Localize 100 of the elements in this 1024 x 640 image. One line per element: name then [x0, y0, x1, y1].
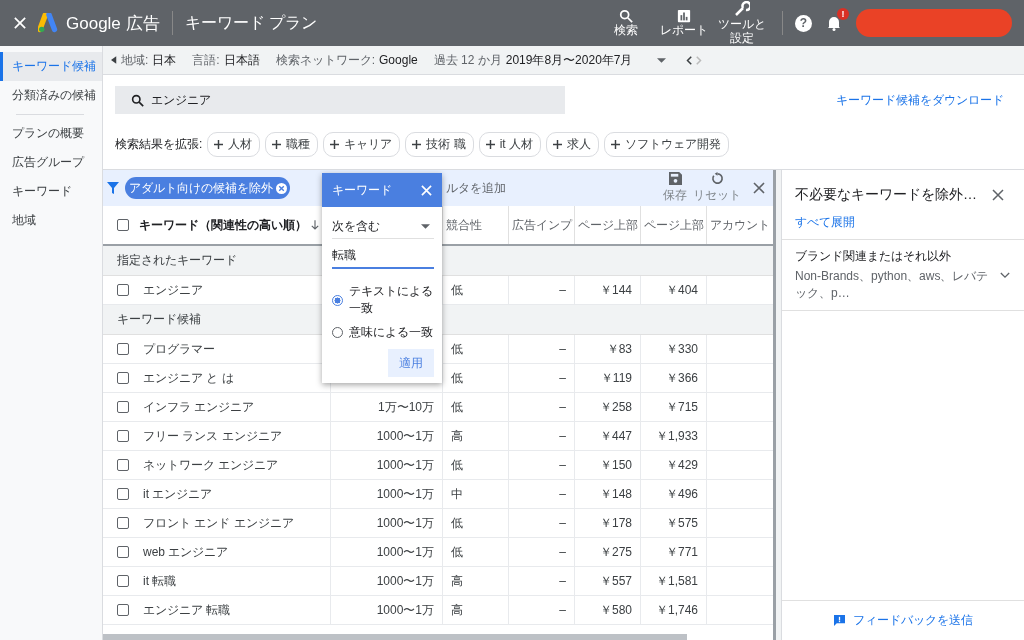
operator-dropdown[interactable]: 次を含む	[332, 215, 434, 239]
keyword-input-field[interactable]: 転職	[332, 243, 434, 269]
keyword-cell: it 転職	[143, 572, 177, 590]
period-label: 過去 12 か月	[433, 51, 502, 69]
collapse-icon[interactable]	[111, 56, 117, 64]
sidebar-item[interactable]: プランの概要	[0, 119, 102, 148]
sidebar-item[interactable]: 分類済みの候補	[0, 81, 102, 110]
suggestion-chip[interactable]: it 人材	[478, 131, 542, 157]
volume-cell: 1000〜1万	[376, 572, 434, 590]
expand-all-link[interactable]: すべて展開	[782, 204, 1024, 239]
suggestion-chip[interactable]: キャリア	[323, 131, 401, 157]
add-filter-text[interactable]: ルタを追加	[446, 179, 506, 197]
search-field[interactable]: エンジニア	[115, 86, 565, 114]
panel-title: 不必要なキーワードを除外…	[795, 186, 977, 204]
high-bid-cell: ￥715	[665, 398, 698, 416]
column-header[interactable]: キーワード（関連性の高い順）	[139, 216, 307, 234]
bell-icon[interactable]	[826, 15, 842, 31]
filter-icon[interactable]	[107, 182, 119, 194]
toolbar-button[interactable]: 検索	[598, 8, 654, 38]
row-checkbox[interactable]	[117, 401, 129, 413]
impression-cell: –	[559, 574, 566, 588]
download-link[interactable]: キーワード候補をダウンロード	[836, 91, 1004, 109]
search-icon	[131, 94, 144, 107]
suggestion-chip[interactable]: 技術 職	[405, 131, 474, 157]
popup-title: キーワード	[332, 181, 392, 199]
suggestion-chip[interactable]: 求人	[546, 131, 600, 157]
impression-cell: –	[559, 400, 566, 414]
high-bid-cell: ￥366	[665, 369, 698, 387]
filter-chip[interactable]: アダルト向けの候補を除外	[125, 177, 290, 199]
competition-cell: 中	[451, 485, 463, 503]
impression-cell: –	[559, 487, 566, 501]
apply-button[interactable]: 適用	[388, 349, 434, 377]
keyword-cell: ネットワーク エンジニア	[143, 456, 279, 474]
period-dropdown[interactable]: 2019年8月〜2020年7月	[505, 51, 666, 69]
column-header[interactable]: ページ上部	[644, 216, 704, 234]
row-checkbox[interactable]	[117, 284, 129, 296]
help-button[interactable]: ?	[795, 14, 812, 32]
horizontal-scrollbar[interactable]	[103, 634, 687, 640]
row-checkbox[interactable]	[117, 343, 129, 355]
bar-chart-icon	[677, 8, 691, 23]
low-bid-cell: ￥150	[599, 456, 632, 474]
close-icon[interactable]	[753, 182, 765, 194]
volume-cell: 1000〜1万	[376, 514, 434, 532]
expand-label: 検索結果を拡張:	[115, 135, 203, 153]
plus-icon	[272, 139, 282, 149]
sidebar-item[interactable]: 広告グループ	[0, 148, 102, 177]
sidebar-item[interactable]: 地域	[0, 206, 102, 235]
row-checkbox[interactable]	[117, 430, 129, 442]
radio-button[interactable]	[332, 294, 343, 306]
competition-cell: 低	[451, 543, 463, 561]
previous-icon[interactable]	[685, 55, 692, 65]
column-header[interactable]: ページ上部	[578, 216, 638, 234]
volume-cell: 1000〜1万	[376, 543, 434, 561]
row-checkbox[interactable]	[117, 546, 129, 558]
impression-cell: –	[559, 516, 566, 530]
toolbar-button[interactable]: レポート	[656, 8, 712, 38]
suggestion-chip[interactable]: ソフトウェア開発	[604, 131, 730, 157]
low-bid-cell: ￥178	[599, 514, 632, 532]
row-checkbox[interactable]	[117, 575, 129, 587]
close-icon[interactable]	[992, 189, 1004, 201]
impression-cell: –	[559, 429, 566, 443]
competition-cell: 低	[451, 369, 463, 387]
sidebar-item[interactable]: キーワード候補	[0, 52, 102, 81]
plus-icon	[214, 139, 224, 149]
low-bid-cell: ￥557	[599, 572, 632, 590]
group-summary: Non-Brands、python、aws、レバテック、p…	[795, 268, 990, 302]
row-checkbox[interactable]	[117, 604, 129, 616]
high-bid-cell: ￥404	[665, 281, 698, 299]
suggestion-chip[interactable]: 人材	[207, 131, 261, 157]
toolbar-button[interactable]: ツールと設定	[714, 0, 770, 46]
group-title: ブランド関連またはそれ以外	[795, 248, 952, 265]
feedback-icon	[833, 615, 845, 626]
keyword-cell: フリー ランス エンジニア	[143, 427, 282, 445]
vertical-scrollbar[interactable]	[773, 170, 781, 640]
feedback-button[interactable]: フィードバックを送信	[782, 600, 1024, 640]
panel-group-row[interactable]: ブランド関連またはそれ以外 Non-Brands、python、aws、レバテック、p…	[782, 239, 1024, 311]
high-bid-cell: ￥330	[665, 340, 698, 358]
sidebar-item[interactable]: キーワード	[0, 177, 102, 206]
checkbox[interactable]	[117, 219, 129, 231]
language-label: 言語:	[192, 51, 220, 69]
suggestion-chip[interactable]: 職種	[265, 131, 319, 157]
keyword-cell: it エンジニア	[143, 485, 213, 503]
plus-icon	[412, 139, 422, 149]
brand-name: Google 広告	[66, 12, 160, 35]
row-checkbox[interactable]	[117, 459, 129, 471]
column-header[interactable]: 競合性	[446, 216, 482, 234]
volume-cell: 1000〜1万	[376, 485, 434, 503]
sort-arrow-icon[interactable]	[311, 220, 319, 230]
keyword-cell: エンジニア	[143, 281, 203, 299]
page-title: キーワード プラン	[184, 12, 317, 33]
row-checkbox[interactable]	[117, 517, 129, 529]
competition-cell: 低	[451, 456, 463, 474]
network-value: Google	[379, 53, 418, 67]
high-bid-cell: ￥496	[665, 485, 698, 503]
column-header[interactable]: 広告インプ	[512, 216, 572, 234]
row-checkbox[interactable]	[117, 488, 129, 500]
keyword-cell: エンジニア 転職	[143, 601, 231, 619]
row-checkbox[interactable]	[117, 372, 129, 384]
keyword-cell: web エンジニア	[143, 543, 229, 561]
column-header[interactable]: アカウント	[710, 216, 770, 234]
